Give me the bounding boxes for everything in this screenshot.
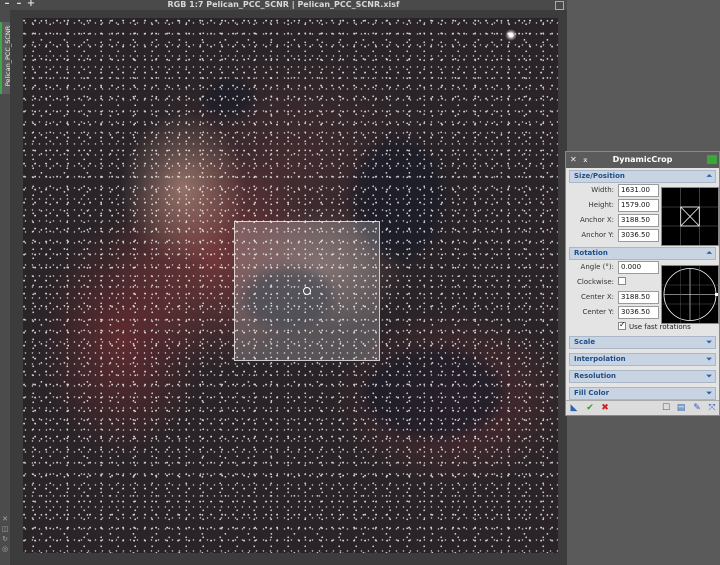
tool-icon[interactable]: ✕ [1, 515, 9, 523]
view-tab-label: Pelican_PCC_SCNR [4, 25, 12, 87]
close-icon[interactable]: ✕ [570, 152, 577, 168]
section-scale[interactable]: Scale ⏷ [569, 336, 716, 349]
section-interpolation[interactable]: Interpolation ⏷ [569, 353, 716, 366]
close-window-button[interactable] [555, 1, 564, 10]
center-x-input[interactable]: 3188.50 [618, 291, 659, 304]
section-label: Fill Color [574, 389, 610, 397]
cancel-x-icon[interactable]: ✖ [600, 403, 610, 413]
height-label: Height: [588, 201, 615, 209]
collapse-icon[interactable]: ⏶ [706, 248, 712, 259]
section-resolution[interactable]: Resolution ⏷ [569, 370, 716, 383]
expand-icon[interactable]: ⏷ [706, 371, 712, 382]
document-icon[interactable]: ▤ [676, 403, 686, 413]
dynamic-crop-panel: ✕ ⌅ DynamicCrop Size/Position ⏶ Width: 1… [565, 151, 720, 416]
image-titlebar: – – + RGB 1:7 Pelican_PCC_SCNR | Pelican… [0, 0, 567, 10]
center-x-label: Center X: [581, 293, 614, 301]
shade-icon[interactable]: ⌅ [582, 152, 589, 168]
crop-center-handle[interactable] [303, 287, 311, 295]
panel-bottom-bar: ◣ ✔ ✖ ☐ ▤ ✎ ⤧ [566, 400, 719, 415]
expand-icon[interactable]: ⏷ [706, 354, 712, 365]
clockwise-checkbox[interactable] [618, 277, 626, 285]
center-y-input[interactable]: 3036.50 [618, 306, 659, 319]
view-tab-strip: Pelican_PCC_SCNR ✕ ◫ ↻ ◎ [0, 10, 12, 565]
view-tab[interactable]: Pelican_PCC_SCNR [0, 22, 12, 94]
image-title: RGB 1:7 Pelican_PCC_SCNR | Pelican_PCC_S… [167, 0, 400, 9]
anchor-x-input[interactable]: 3188.50 [618, 214, 659, 227]
execute-check-icon[interactable]: ✔ [585, 403, 595, 413]
section-rotation[interactable]: Rotation ⏶ [569, 247, 716, 260]
maximize-button[interactable]: + [26, 0, 36, 9]
anchor-preview[interactable] [661, 187, 719, 246]
shade-button[interactable]: – [2, 0, 12, 9]
new-instance-icon[interactable]: ◣ [569, 403, 579, 413]
collapse-icon[interactable]: ⏶ [706, 171, 712, 182]
bright-star [505, 29, 517, 41]
width-label: Width: [591, 186, 614, 194]
section-label: Size/Position [574, 172, 625, 180]
anchor-y-input[interactable]: 3036.50 [618, 229, 659, 242]
expand-icon[interactable]: ⏷ [706, 388, 712, 399]
anchor-y-label: Anchor Y: [581, 231, 614, 239]
minimize-button[interactable]: – [14, 0, 24, 9]
layers-icon[interactable]: ◫ [1, 525, 9, 533]
anchor-grid-icon [662, 188, 718, 245]
section-fill-color[interactable]: Fill Color ⏷ [569, 387, 716, 400]
rotation-dial-icon [662, 266, 718, 323]
section-label: Rotation [574, 249, 608, 257]
expand-icon[interactable]: ⏷ [706, 337, 712, 348]
reset-icon[interactable]: ⤧ [707, 403, 717, 413]
browse-documentation-icon[interactable]: ☐ [661, 403, 671, 413]
settings-icon[interactable]: ◎ [1, 545, 9, 553]
image-window: – – + RGB 1:7 Pelican_PCC_SCNR | Pelican… [0, 0, 567, 565]
rotation-preview[interactable] [661, 265, 719, 324]
height-input[interactable]: 1579.00 [618, 199, 659, 212]
width-input[interactable]: 1631.00 [618, 184, 659, 197]
panel-titlebar: ✕ ⌅ DynamicCrop [566, 152, 719, 168]
angle-input[interactable]: 0.000 [618, 261, 659, 274]
rotate-icon[interactable]: ↻ [1, 535, 9, 543]
section-size-position[interactable]: Size/Position ⏶ [569, 170, 716, 183]
section-label: Resolution [574, 372, 617, 380]
anchor-x-label: Anchor X: [579, 216, 614, 224]
panel-title: DynamicCrop [612, 155, 673, 164]
center-y-label: Center Y: [582, 308, 615, 316]
angle-label: Angle (°): [580, 263, 614, 271]
clockwise-label: Clockwise: [577, 278, 614, 286]
section-label: Interpolation [574, 355, 626, 363]
track-view-icon[interactable] [707, 155, 717, 164]
fast-rotations-checkbox[interactable] [618, 320, 626, 330]
crop-rectangle[interactable] [234, 221, 380, 361]
wrench-icon[interactable]: ✎ [692, 403, 702, 413]
section-label: Scale [574, 338, 596, 346]
image-canvas[interactable] [23, 18, 558, 553]
